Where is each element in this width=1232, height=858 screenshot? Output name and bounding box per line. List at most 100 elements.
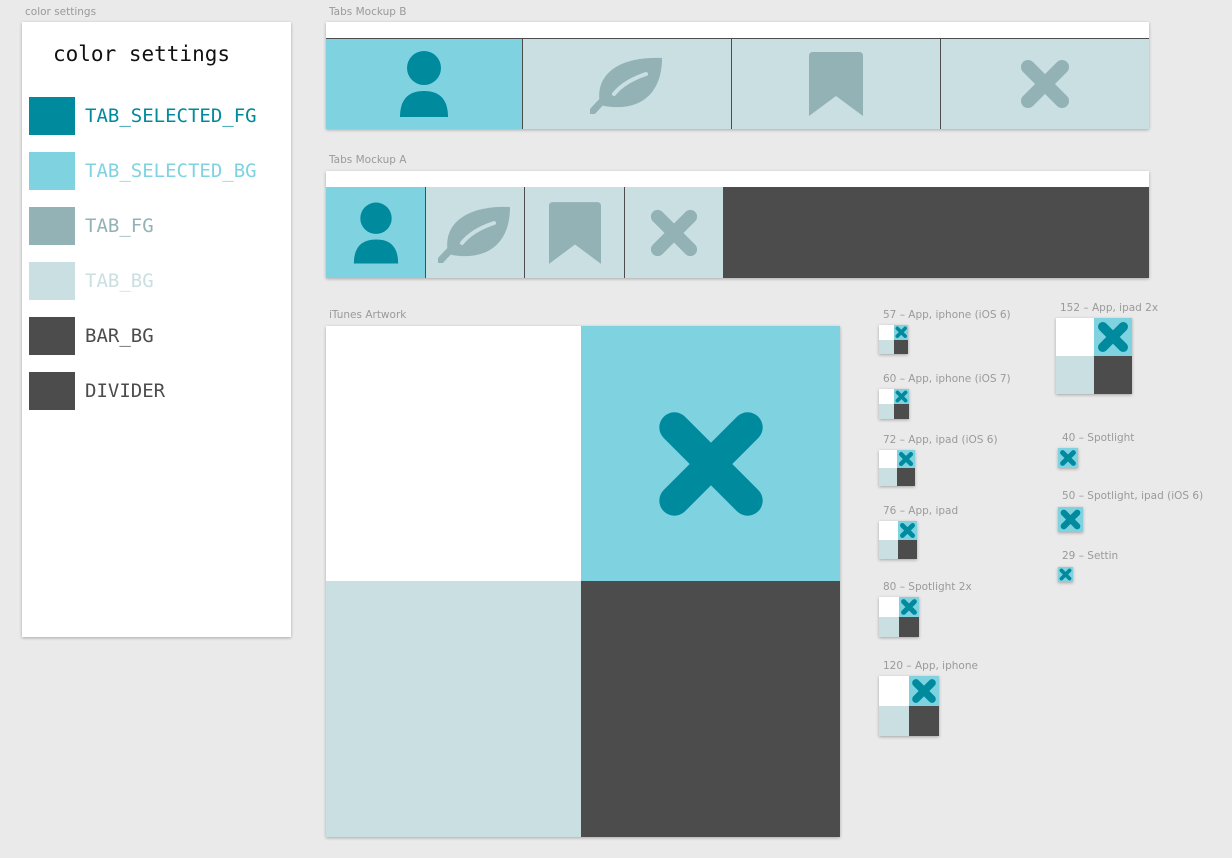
close-x-icon bbox=[659, 412, 763, 516]
bookmark-icon bbox=[809, 52, 863, 116]
icon-quad-light bbox=[879, 617, 899, 637]
icon-quad-dark bbox=[894, 404, 909, 419]
close-x-icon bbox=[1060, 450, 1076, 466]
close-x-icon bbox=[650, 209, 698, 256]
icon-size-label: 29 – Settin bbox=[1062, 550, 1119, 562]
icon-quad-accent bbox=[897, 450, 915, 468]
tab-bookmark[interactable] bbox=[525, 187, 624, 278]
tabs-mockup-b-label: Tabs Mockup B bbox=[329, 6, 407, 18]
tabs-mockup-a-label: Tabs Mockup A bbox=[329, 154, 407, 166]
artwork-dark-quadrant bbox=[581, 581, 840, 837]
artwork-white-quadrant bbox=[326, 326, 581, 581]
leaf-icon bbox=[438, 206, 510, 263]
close-x-icon bbox=[900, 523, 915, 538]
close-x-icon bbox=[912, 679, 936, 703]
icon-quad-accent bbox=[898, 521, 917, 540]
icon-quad-white bbox=[879, 325, 894, 340]
close-x-icon bbox=[898, 451, 914, 467]
icon-quad-white bbox=[879, 521, 898, 540]
tab-leaf[interactable] bbox=[426, 187, 524, 278]
color-swatch bbox=[29, 262, 75, 300]
swatch-row-divider[interactable]: DIVIDER bbox=[29, 372, 291, 410]
icon-size-label: 80 – Spotlight 2x bbox=[883, 581, 972, 593]
icon-quad-accent bbox=[899, 597, 919, 617]
icon-quad-dark bbox=[893, 339, 908, 354]
app-icon-152[interactable] bbox=[1056, 318, 1132, 394]
swatch-row-tab-selected-bg[interactable]: TAB_SELECTED_BG bbox=[29, 152, 291, 190]
app-icon-60[interactable] bbox=[879, 389, 909, 419]
icon-size-label: 120 – App, iphone bbox=[883, 660, 978, 672]
person-icon bbox=[400, 51, 448, 117]
tab-bar bbox=[326, 39, 1149, 129]
tabs-mockup-b-artboard[interactable] bbox=[326, 22, 1149, 129]
icon-quad-white bbox=[879, 389, 894, 404]
icon-quad-light bbox=[1056, 356, 1094, 394]
color-swatch bbox=[29, 207, 75, 245]
icon-quad-dark bbox=[909, 706, 939, 736]
icon-quad-light bbox=[879, 468, 897, 486]
leaf-icon bbox=[590, 57, 662, 114]
icon-size-label: 72 – App, ipad (iOS 6) bbox=[883, 434, 998, 446]
spotlight-icon-40[interactable] bbox=[1058, 448, 1078, 468]
icon-quad-light bbox=[879, 540, 898, 559]
icon-quad-accent bbox=[909, 676, 939, 706]
icon-size-label: 60 – App, iphone (iOS 7) bbox=[883, 373, 1011, 385]
bookmark-icon bbox=[548, 201, 601, 264]
swatch-name: TAB_FG bbox=[85, 215, 154, 237]
itunes-artwork-label: iTunes Artwork bbox=[329, 309, 407, 321]
icon-quad-light bbox=[879, 339, 894, 354]
tab-profile[interactable] bbox=[326, 39, 522, 129]
color-settings-title: color settings bbox=[53, 42, 231, 66]
color-settings-artboard-label: color settings bbox=[25, 6, 97, 18]
close-x-icon bbox=[895, 326, 907, 338]
icon-quad-white bbox=[879, 597, 899, 617]
spotlight-icon-29[interactable] bbox=[1058, 567, 1073, 582]
swatch-name: DIVIDER bbox=[85, 380, 166, 402]
color-settings-artboard[interactable]: color settings TAB_SELECTED_FG TAB_SELEC… bbox=[22, 22, 291, 637]
app-icon-120[interactable] bbox=[879, 676, 939, 736]
icon-size-label: 76 – App, ipad bbox=[883, 505, 959, 517]
swatch-name: TAB_SELECTED_FG bbox=[85, 105, 257, 127]
close-x-icon bbox=[1098, 322, 1128, 352]
swatch-row-tab-fg[interactable]: TAB_FG bbox=[29, 207, 291, 245]
color-swatch bbox=[29, 372, 75, 410]
icon-quad-accent bbox=[1094, 318, 1132, 356]
swatch-name: TAB_SELECTED_BG bbox=[85, 160, 257, 182]
tab-profile[interactable] bbox=[326, 187, 425, 278]
swatch-name: BAR_BG bbox=[85, 325, 154, 347]
tab-bookmark[interactable] bbox=[732, 39, 940, 129]
tabs-mockup-a-artboard[interactable] bbox=[326, 171, 1149, 278]
icon-quad-dark bbox=[898, 540, 917, 559]
icon-quad-accent bbox=[894, 389, 909, 404]
icon-size-label: 152 – App, ipad 2x bbox=[1060, 302, 1159, 314]
close-x-icon bbox=[1060, 509, 1081, 530]
icon-size-label: 57 – App, iphone (iOS 6) bbox=[883, 309, 1011, 321]
swatch-row-bar-bg[interactable]: BAR_BG bbox=[29, 317, 291, 355]
app-icon-57[interactable] bbox=[879, 325, 908, 354]
itunes-artwork-artboard[interactable] bbox=[326, 326, 840, 837]
swatch-row-tab-bg[interactable]: TAB_BG bbox=[29, 262, 291, 300]
icon-quad-dark bbox=[899, 617, 919, 637]
icon-quad-light bbox=[879, 404, 894, 419]
close-x-icon bbox=[1059, 568, 1072, 581]
app-icon-80[interactable] bbox=[879, 597, 919, 637]
color-swatch bbox=[29, 97, 75, 135]
swatch-name: TAB_BG bbox=[85, 270, 154, 292]
close-x-icon bbox=[901, 599, 917, 615]
color-swatch bbox=[29, 317, 75, 355]
tab-close[interactable] bbox=[625, 187, 723, 278]
icon-size-label: 40 – Spotlight bbox=[1062, 432, 1135, 444]
spotlight-icon-50[interactable] bbox=[1058, 507, 1083, 532]
tab-leaf[interactable] bbox=[523, 39, 731, 129]
artwork-light-quadrant bbox=[326, 581, 581, 837]
icon-quad-light bbox=[879, 706, 909, 736]
close-x-icon bbox=[1021, 60, 1069, 108]
app-icon-76[interactable] bbox=[879, 521, 917, 559]
app-icon-72[interactable] bbox=[879, 450, 915, 486]
swatch-row-tab-selected-fg[interactable]: TAB_SELECTED_FG bbox=[29, 97, 291, 135]
icon-size-label: 50 – Spotlight, ipad (iOS 6) bbox=[1062, 490, 1204, 502]
icon-quad-dark bbox=[1094, 356, 1132, 394]
icon-quad-white bbox=[1056, 318, 1094, 356]
person-icon bbox=[353, 202, 398, 263]
tab-close[interactable] bbox=[941, 39, 1149, 129]
